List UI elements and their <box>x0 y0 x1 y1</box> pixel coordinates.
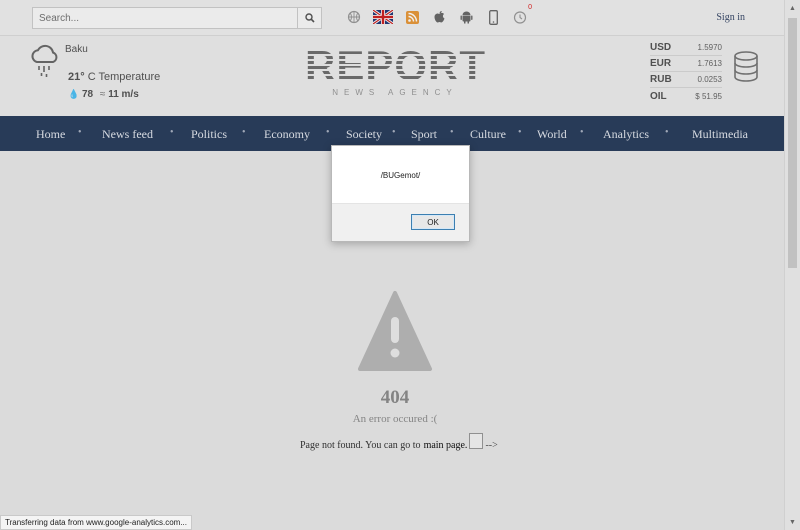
scroll-down-arrow-icon[interactable]: ▼ <box>785 514 800 530</box>
alert-message: /BUGemot/ <box>380 171 421 180</box>
vertical-scrollbar[interactable]: ▲ ▼ <box>784 0 800 530</box>
ok-button[interactable]: OK <box>411 214 455 230</box>
alert-dialog: /BUGemot/ OK <box>331 145 470 242</box>
scroll-thumb[interactable] <box>788 18 797 268</box>
modal-overlay <box>0 0 800 530</box>
browser-status-bar: Transferring data from www.google-analyt… <box>0 515 192 530</box>
alert-footer: OK <box>332 203 469 241</box>
scroll-up-arrow-icon[interactable]: ▲ <box>785 0 800 16</box>
